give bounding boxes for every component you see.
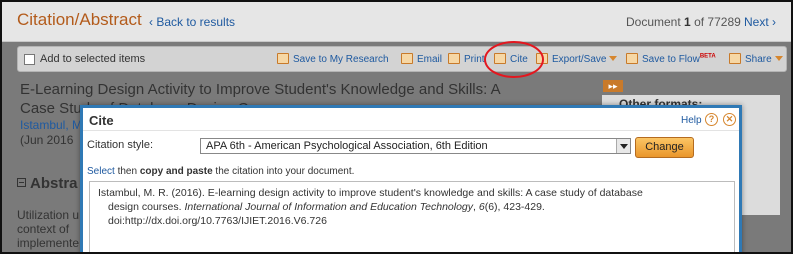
dialog-title: Cite: [89, 113, 114, 128]
citation-style-select[interactable]: APA 6th - American Psychological Associa…: [200, 138, 631, 154]
collapse-icon: [17, 178, 26, 187]
page-header: Citation/Abstract ‹ Back to results Docu…: [2, 2, 791, 42]
question-icon[interactable]: ?: [705, 113, 718, 126]
document-counter-prefix: Document: [626, 15, 681, 29]
dialog-divider: [83, 130, 739, 131]
citation-issue-pages: (6), 423-429.: [484, 201, 545, 213]
screenshot-frame: Citation/Abstract ‹ Back to results Docu…: [0, 0, 793, 254]
citation-line-1: Istambul, M. R. (2016). E-learning desig…: [98, 187, 643, 199]
instructions-select-link[interactable]: Select: [87, 166, 115, 177]
article-author-link[interactable]: Istambul, M: [20, 118, 82, 132]
share-label: Share: [745, 54, 772, 65]
citation-doi: doi:http://dx.doi.org/10.7763/IJIET.2016…: [108, 215, 327, 227]
citation-style-label: Citation style:: [87, 139, 154, 151]
save-to-my-research-button[interactable]: Save to My Research: [277, 53, 389, 65]
save-to-flow-button[interactable]: Save to FlowBETA: [626, 53, 716, 65]
article-title-line-1: E-Learning Design Activity to Improve St…: [20, 81, 501, 98]
save-to-flow-label: Save to Flow: [642, 54, 700, 65]
page-title: Citation/Abstract: [17, 10, 142, 29]
next-document-link[interactable]: Next ›: [744, 15, 776, 29]
beta-badge: BETA: [699, 53, 716, 60]
close-icon[interactable]: ✕: [723, 113, 736, 126]
citation-instructions: Select then copy and paste the citation …: [87, 166, 354, 177]
panel-toggle-icon[interactable]: ▸▸: [603, 80, 623, 92]
document-number: 1: [684, 15, 691, 29]
abstract-text-line: Utilization u: [17, 208, 80, 222]
printer-icon: [448, 53, 460, 64]
document-counter: Document 1 of 77289: [626, 15, 741, 29]
action-toolbar: Add to selected items Save to My Researc…: [17, 46, 787, 72]
export-save-label: Export/Save: [552, 54, 607, 65]
back-to-results-link[interactable]: ‹ Back to results: [149, 15, 235, 29]
help-link[interactable]: Help: [681, 115, 702, 126]
instructions-rest: the citation into your document.: [215, 166, 355, 177]
email-label: Email: [417, 54, 443, 65]
page-backdrop: Citation/Abstract ‹ Back to results Docu…: [2, 2, 791, 252]
citation-title-end: design courses.: [108, 201, 182, 213]
envelope-icon: [401, 53, 413, 64]
article-date: (Jun 2016: [20, 133, 74, 147]
change-button[interactable]: Change: [635, 137, 694, 158]
flow-icon: [626, 53, 638, 64]
email-button[interactable]: Email: [401, 53, 442, 65]
abstract-text-line: implemente: [17, 236, 80, 250]
print-label: Print: [464, 54, 485, 65]
cite-dialog: Cite Help ? ✕ Citation style: APA 6th - …: [80, 105, 742, 252]
cite-highlight-circle: [484, 41, 544, 78]
citation-text-box[interactable]: Istambul, M. R. (2016). E-learning desig…: [89, 181, 735, 252]
add-to-selected-checkbox[interactable]: [24, 54, 35, 65]
instructions-copy-paste: copy and paste: [139, 166, 213, 177]
export-save-button[interactable]: Export/Save: [536, 53, 618, 65]
folder-icon: [277, 53, 289, 64]
chevron-down-icon: [774, 56, 783, 61]
abstract-text-line: context of: [17, 222, 70, 236]
abstract-heading-label: Abstra: [30, 175, 78, 192]
citation-line-2: design courses. International Journal of…: [108, 201, 545, 213]
chevron-down-icon: [616, 139, 630, 153]
save-to-my-research-label: Save to My Research: [293, 54, 389, 65]
citation-comma: ,: [473, 201, 476, 213]
citation-style-value: APA 6th - American Psychological Associa…: [206, 140, 488, 152]
chevron-down-icon: [609, 56, 618, 61]
document-total: of 77289: [694, 15, 741, 29]
instructions-then: then: [117, 166, 138, 177]
share-button[interactable]: Share: [729, 53, 783, 65]
add-to-selected-label: Add to selected items: [40, 53, 146, 65]
share-icon: [729, 53, 741, 64]
citation-journal: International Journal of Information and…: [184, 201, 474, 213]
print-button[interactable]: Print: [448, 53, 485, 65]
abstract-heading[interactable]: Abstra: [17, 175, 78, 192]
